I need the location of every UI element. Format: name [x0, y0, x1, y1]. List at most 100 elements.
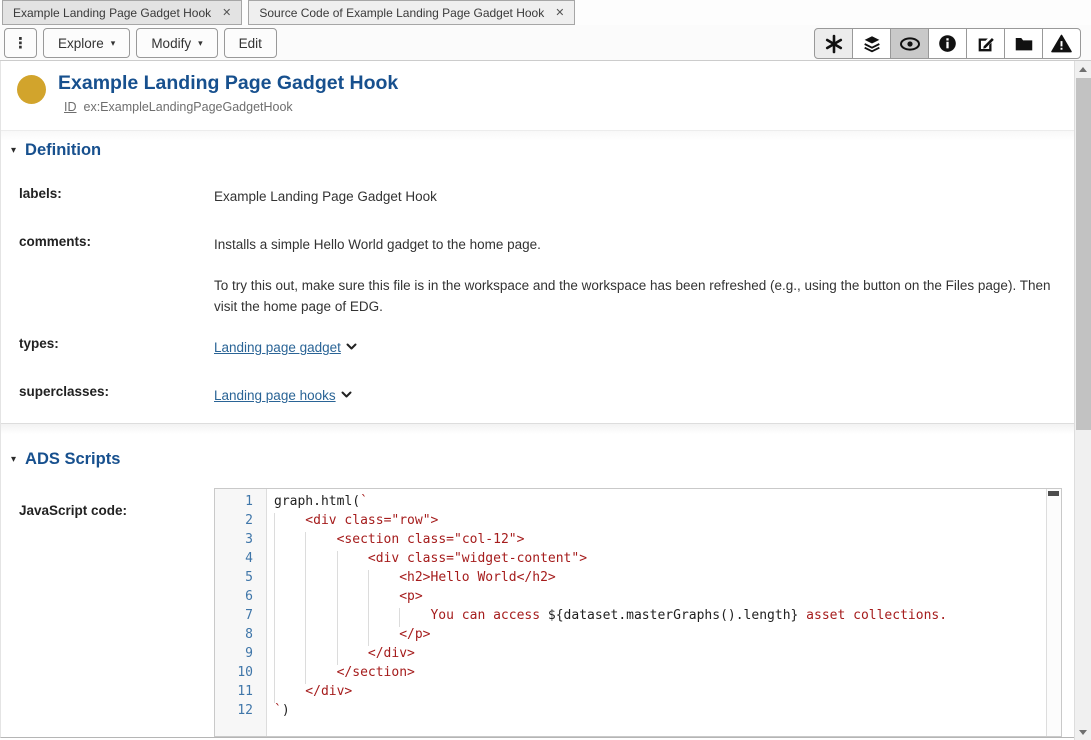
javascript-code-label: JavaScript code: — [19, 503, 127, 518]
indent-guide — [368, 627, 399, 646]
resource-id: ID ex:ExampleLandingPageGadgetHook — [64, 100, 293, 114]
indent-guide — [337, 646, 368, 665]
code-line: <section class="col-12"> — [274, 532, 1061, 551]
definition-section-title: Definition — [25, 141, 101, 160]
line-number: 4 — [215, 551, 266, 570]
code-editor-scrollbar-thumb[interactable] — [1048, 491, 1059, 496]
indent-guide — [399, 608, 430, 627]
page-scrollbar[interactable] — [1074, 61, 1091, 740]
toolbar-right-group — [814, 28, 1081, 59]
code-line: <div class="row"> — [274, 513, 1061, 532]
asterisk-button[interactable] — [814, 28, 853, 59]
line-number: 9 — [215, 646, 266, 665]
page-scrollbar-thumb[interactable] — [1076, 78, 1091, 430]
definition-section-header[interactable]: ▾ Definition — [11, 141, 101, 160]
chevron-down-icon[interactable] — [346, 336, 357, 357]
caret-down-icon: ▾ — [111, 39, 116, 48]
line-number: 6 — [215, 589, 266, 608]
indent-guide — [337, 627, 368, 646]
collapse-triangle-icon[interactable]: ▾ — [11, 146, 16, 156]
tab-example-landing-page-gadget-hook[interactable]: Example Landing Page Gadget Hook ✕ — [2, 0, 242, 25]
code-line: graph.html(` — [274, 494, 1061, 513]
types-label: types: — [19, 336, 59, 351]
indent-guide — [305, 532, 336, 551]
labels-label: labels: — [19, 186, 62, 201]
code-line: <div class="widget-content"> — [274, 551, 1061, 570]
code-line: You can access ${dataset.masterGraphs().… — [274, 608, 1061, 627]
eye-button[interactable] — [890, 28, 929, 59]
indent-guide — [337, 608, 368, 627]
indent-guide — [274, 608, 305, 627]
types-value: Landing page gadget — [214, 336, 357, 358]
code-editor-content[interactable]: graph.html(`<div class="row"><section cl… — [267, 489, 1061, 736]
asterisk-icon — [822, 32, 846, 56]
indent-guide — [305, 627, 336, 646]
indent-guide — [337, 589, 368, 608]
tab-source-code[interactable]: Source Code of Example Landing Page Gadg… — [248, 0, 575, 25]
indent-guide — [337, 551, 368, 570]
indent-guide — [368, 570, 399, 589]
indent-guide — [305, 646, 336, 665]
line-number: 2 — [215, 513, 266, 532]
comments-label: comments: — [19, 234, 91, 249]
code-line: </div> — [274, 684, 1061, 703]
code-line: <p> — [274, 589, 1061, 608]
code-line: `) — [274, 703, 1061, 722]
info-button[interactable] — [928, 28, 967, 59]
section-divider — [1, 130, 1074, 141]
section-divider — [1, 423, 1074, 434]
indent-guide — [305, 589, 336, 608]
edit-button[interactable]: Edit — [224, 28, 277, 58]
indent-guide — [274, 570, 305, 589]
code-line: </p> — [274, 627, 1061, 646]
ads-scripts-section-header[interactable]: ▾ ADS Scripts — [11, 450, 120, 469]
superclasses-link[interactable]: Landing page hooks — [214, 388, 336, 403]
line-number: 3 — [215, 532, 266, 551]
indent-guide — [274, 627, 305, 646]
toolbar: ⋮ Explore ▾ Modify ▾ Edit — [0, 25, 1091, 61]
eye-icon — [898, 32, 922, 56]
indent-guide — [305, 551, 336, 570]
id-label[interactable]: ID — [64, 100, 77, 114]
superclasses-value: Landing page hooks — [214, 384, 352, 406]
labels-value: Example Landing Page Gadget Hook — [214, 186, 437, 207]
kebab-menu-button[interactable]: ⋮ — [4, 28, 37, 58]
line-number: 12 — [215, 703, 266, 722]
chevron-down-icon[interactable] — [341, 384, 352, 405]
line-number: 8 — [215, 627, 266, 646]
collapse-triangle-icon[interactable]: ▾ — [11, 455, 16, 465]
layers-icon — [861, 33, 883, 55]
indent-guide — [305, 570, 336, 589]
comments-paragraph-1: Installs a simple Hello World gadget to … — [214, 234, 541, 255]
layers-button[interactable] — [852, 28, 891, 59]
indent-guide — [274, 513, 305, 532]
indent-guide — [274, 532, 305, 551]
code-editor[interactable]: 123456789101112 graph.html(`<div class="… — [214, 488, 1062, 737]
edit-label: Edit — [239, 36, 262, 51]
explore-button[interactable]: Explore ▾ — [43, 28, 130, 58]
types-link[interactable]: Landing page gadget — [214, 340, 341, 355]
scroll-down-icon[interactable] — [1075, 724, 1091, 740]
indent-guide — [368, 608, 399, 627]
indent-guide — [274, 551, 305, 570]
code-editor-scrollbar[interactable] — [1046, 489, 1061, 736]
caret-down-icon: ▾ — [198, 39, 203, 48]
folder-button[interactable] — [1004, 28, 1043, 59]
warning-button[interactable] — [1042, 28, 1081, 59]
line-number: 1 — [215, 494, 266, 513]
close-icon[interactable]: ✕ — [555, 6, 564, 19]
indent-guide — [337, 570, 368, 589]
folder-icon — [1013, 33, 1035, 55]
page-title: Example Landing Page Gadget Hook — [58, 72, 398, 95]
toolbar-left-group: ⋮ Explore ▾ Modify ▾ Edit — [4, 28, 277, 58]
main-content: Example Landing Page Gadget Hook ID ex:Ex… — [0, 61, 1075, 738]
modify-button[interactable]: Modify ▾ — [136, 28, 217, 58]
indent-guide — [274, 646, 305, 665]
scroll-up-icon[interactable] — [1075, 61, 1091, 77]
indent-guide — [305, 608, 336, 627]
edit-note-button[interactable] — [966, 28, 1005, 59]
id-value: ex:ExampleLandingPageGadgetHook — [84, 100, 293, 114]
kebab-icon: ⋮ — [13, 34, 28, 52]
close-icon[interactable]: ✕ — [222, 6, 231, 19]
line-number: 7 — [215, 608, 266, 627]
